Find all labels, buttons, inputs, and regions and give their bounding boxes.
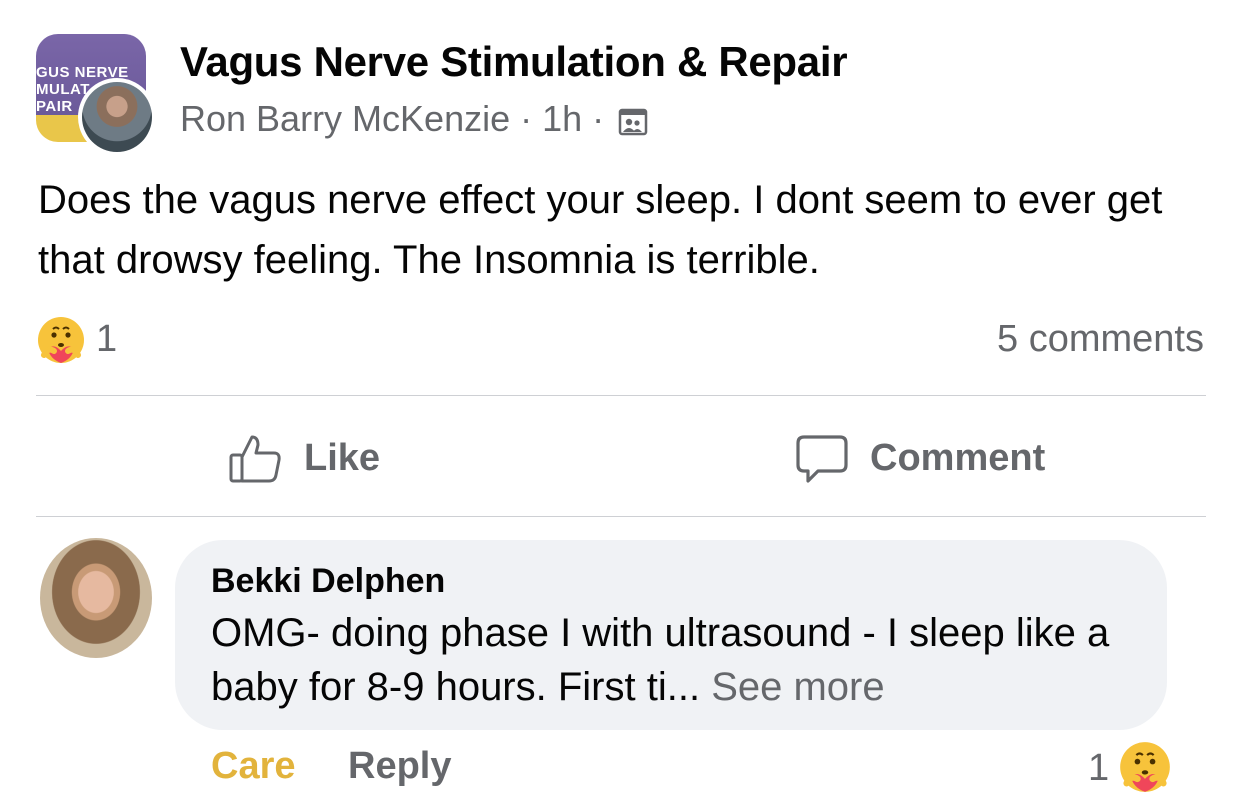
meta-separator-2: · [592, 98, 605, 139]
comment-label: Comment [870, 436, 1046, 479]
care-emoji-icon[interactable] [1118, 740, 1172, 794]
comments-count[interactable]: 5 comments [997, 318, 1204, 361]
group-name[interactable]: Vagus Nerve Stimulation & Repair [180, 38, 848, 86]
care-emoji-icon[interactable] [36, 315, 86, 365]
commenter-avatar[interactable] [40, 538, 152, 658]
comment-text: OMG- doing phase I with ultrasound - I s… [211, 606, 1141, 714]
meta-separator: · [520, 98, 533, 139]
comment-icon [796, 435, 848, 483]
care-reaction-button[interactable]: Care [211, 745, 296, 788]
group-members-icon [618, 104, 648, 136]
reply-button[interactable]: Reply [348, 745, 451, 788]
comment-button[interactable]: Comment [794, 428, 1045, 488]
comment-body: OMG- doing phase I with ultrasound - I s… [211, 611, 1110, 709]
author-avatar[interactable] [78, 78, 156, 156]
commenter-name[interactable]: Bekki Delphen [211, 562, 445, 601]
comment-reaction-count[interactable]: 1 [1088, 747, 1109, 790]
post-time[interactable]: 1h [542, 98, 582, 140]
reaction-count[interactable]: 1 [96, 318, 117, 361]
like-icon [229, 435, 281, 483]
author-name[interactable]: Ron Barry McKenzie [180, 98, 510, 140]
post-meta: Ron Barry McKenzie · 1h · [180, 98, 648, 140]
post-text: Does the vagus nerve effect your sleep. … [38, 178, 1163, 282]
divider [36, 395, 1206, 396]
like-button[interactable]: Like [228, 428, 380, 488]
divider-2 [36, 516, 1206, 517]
like-label: Like [304, 436, 381, 479]
see-more-link[interactable]: See more [711, 665, 884, 709]
